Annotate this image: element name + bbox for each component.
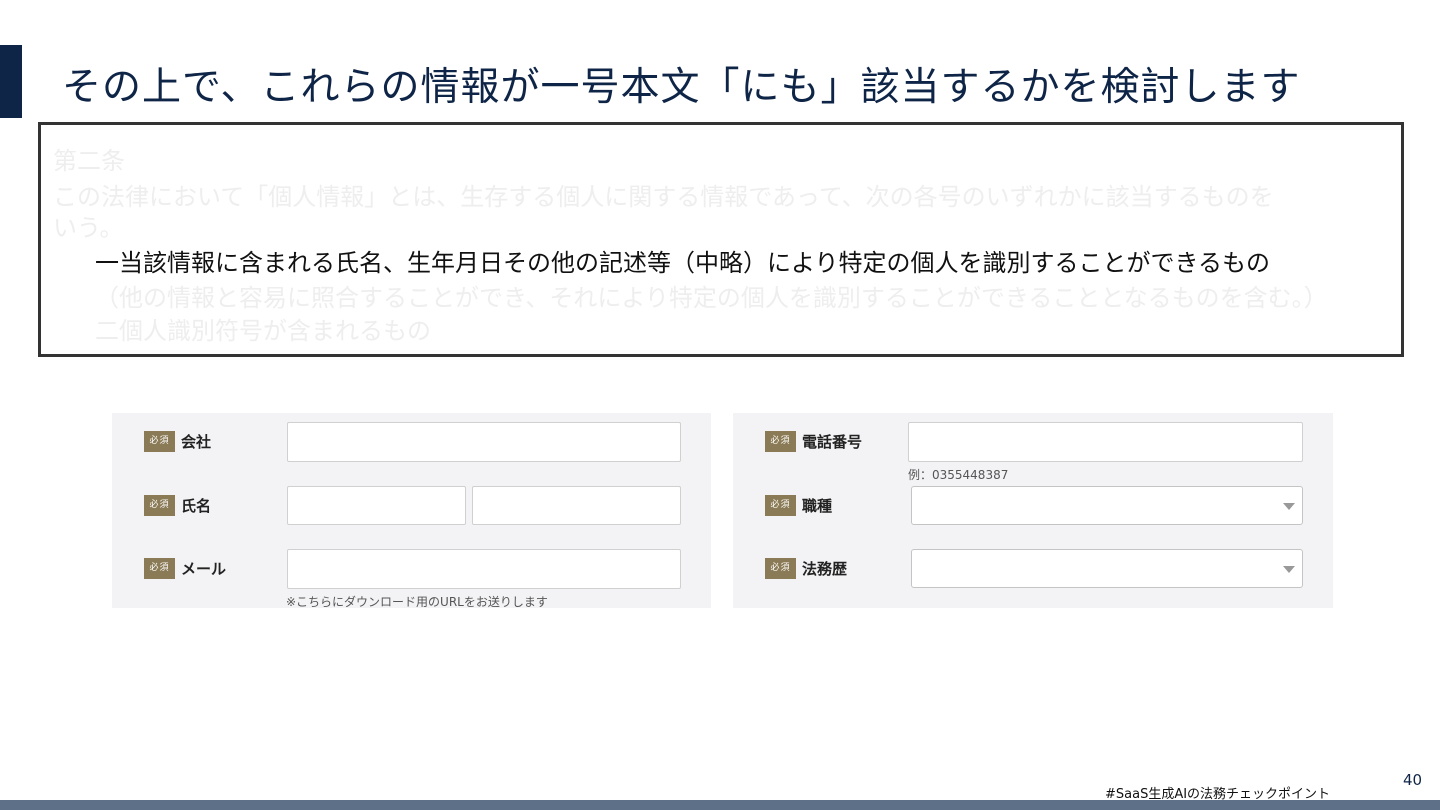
title-accent-bar [0, 45, 22, 118]
name-label: 氏名 [181, 497, 212, 515]
legal-experience-label: 法務歴 [802, 560, 848, 578]
law-line-item-one: 一当該情報に含まれる氏名、生年月日その他の記述等（中略）により特定の個人を識別す… [95, 249, 1271, 277]
slide-title: その上で、これらの情報が一号本文「にも」該当するかを検討します [62, 65, 1301, 110]
required-badge: 必須 [765, 558, 796, 579]
email-note: ※こちらにダウンロード用のURLをお送りします [286, 595, 548, 609]
last-name-input[interactable] [287, 486, 466, 525]
required-badge: 必須 [144, 558, 175, 579]
required-badge: 必須 [765, 495, 796, 516]
chevron-down-icon [1283, 566, 1295, 573]
company-input[interactable] [287, 422, 681, 462]
law-line-item-two: 二個人識別符号が含まれるもの [95, 317, 431, 345]
job-label: 職種 [802, 497, 833, 515]
first-name-input[interactable] [472, 486, 681, 525]
email-input[interactable] [287, 549, 681, 589]
page-number: 40 [1403, 771, 1423, 789]
phone-input[interactable] [908, 422, 1303, 462]
footer-bar [0, 800, 1440, 810]
required-badge: 必須 [144, 495, 175, 516]
required-badge: 必須 [144, 431, 175, 452]
required-badge: 必須 [765, 431, 796, 452]
email-label: メール [181, 560, 227, 578]
legal-experience-select[interactable] [911, 549, 1303, 588]
phone-example: 例：0355448387 [908, 468, 1009, 482]
phone-label: 電話番号 [802, 433, 863, 451]
chevron-down-icon [1283, 503, 1295, 510]
law-line-item-one-parenthetical: （他の情報と容易に照合することができ、それにより特定の個人を識別することができる… [95, 284, 1328, 312]
law-line-definition: この法律において「個人情報」とは、生存する個人に関する情報であって、次の各号のい… [53, 183, 1274, 211]
contact-form-right-panel: 必須 電話番号 例：0355448387 必須 職種 必須 法務歴 [733, 413, 1333, 608]
law-line-definition-end: いう。 [53, 214, 124, 242]
company-label: 会社 [181, 433, 212, 451]
law-text-box: 第二条 この法律において「個人情報」とは、生存する個人に関する情報であって、次の… [38, 122, 1404, 357]
law-line-article: 第二条 [53, 147, 125, 175]
job-select[interactable] [911, 486, 1303, 525]
contact-form-left-panel: 必須 会社 必須 氏名 必須 メール ※こちらにダウンロード用のURLをお送りし… [112, 413, 711, 609]
